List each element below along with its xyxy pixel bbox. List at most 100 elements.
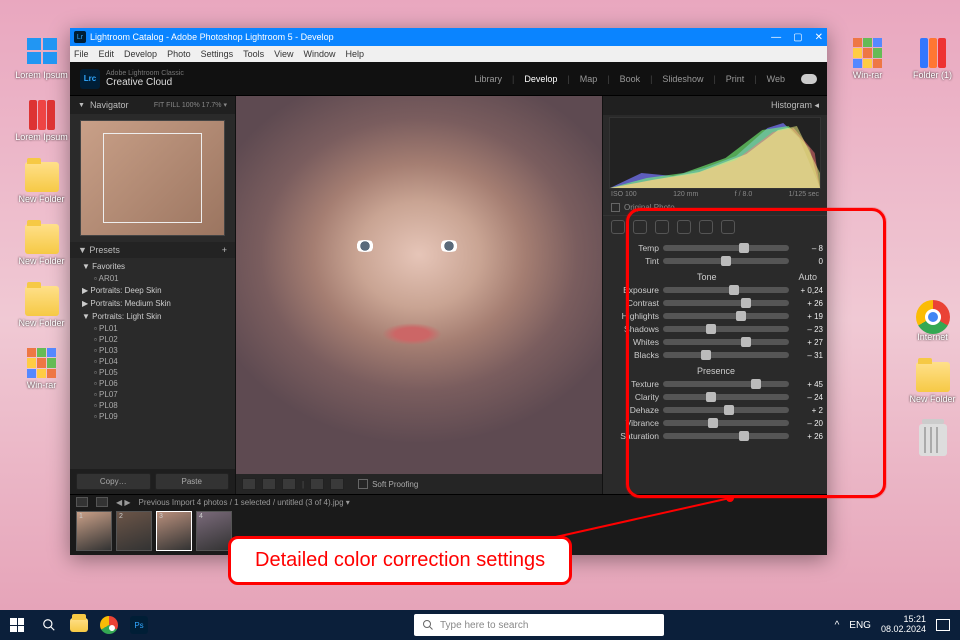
preset-item[interactable]: ▫ PL04 [78,356,235,367]
histogram-meta-item: 1/125 sec [789,191,819,198]
menu-help[interactable]: Help [346,49,365,59]
navigator-zoom[interactable]: FIT FILL 100% 17.7% ▾ [154,101,227,109]
desktop-icon-folder[interactable]: New Folder [14,162,69,204]
loupe-view-button[interactable] [242,478,256,490]
taskbar-photoshop-icon[interactable]: Ps [124,610,154,640]
secondary-display-button[interactable] [76,497,88,507]
histogram[interactable] [609,117,821,189]
callout-label: Detailed color correction settings [228,536,572,585]
desktop-icon-label: New Folder [905,394,960,404]
module-slideshow[interactable]: Slideshow [662,74,703,84]
desktop-icon-flag[interactable]: Lorem Ipsum [14,38,69,80]
cloud-sync-icon[interactable] [801,74,817,84]
module-book[interactable]: Book [620,74,641,84]
grid-button[interactable] [96,497,108,507]
filmstrip-thumb[interactable]: 3 [156,511,192,551]
menu-file[interactable]: File [74,49,89,59]
tray-language[interactable]: ENG [849,620,871,631]
preset-group[interactable]: ▶ Portraits: Medium Skin [78,297,235,310]
histogram-header[interactable]: Histogram ◂ [603,96,827,115]
module-develop[interactable]: Develop [524,74,557,84]
desktop-icon-folder[interactable]: New Folder [14,224,69,266]
taskbar-search-box[interactable]: Type here to search [414,614,664,636]
close-button[interactable]: ✕ [815,32,823,43]
left-panel: ▼ Navigator FIT FILL 100% 17.7% ▾ ▼ Pres… [70,96,236,494]
desktop-icon-label: New Folder [14,256,69,266]
soft-proofing-checkbox[interactable] [358,479,368,489]
menu-develop[interactable]: Develop [124,49,157,59]
menu-settings[interactable]: Settings [201,49,234,59]
menu-window[interactable]: Window [304,49,336,59]
brand-line2: Creative Cloud [106,77,184,88]
maximize-button[interactable]: ▢ [793,32,802,43]
original-photo-checkbox[interactable] [611,203,620,212]
before-after-button[interactable] [262,478,276,490]
navigator-preview[interactable] [80,120,225,236]
preset-group[interactable]: ▶ Portraits: Deep Skin [78,284,235,297]
module-map[interactable]: Map [580,74,598,84]
preset-group[interactable]: ▼ Favorites [78,260,235,273]
main-image[interactable] [236,96,602,474]
titlebar[interactable]: Lr Lightroom Catalog - Adobe Photoshop L… [70,28,827,46]
preset-item[interactable]: ▫ PL07 [78,389,235,400]
minimize-button[interactable]: — [771,32,781,43]
menu-photo[interactable]: Photo [167,49,191,59]
compare-button[interactable] [282,478,296,490]
navigator-title: Navigator [90,100,129,110]
tray-overflow-icon[interactable]: ^ [835,620,840,631]
yy-button[interactable] [310,478,324,490]
presets-header[interactable]: ▼ Presets + [70,242,235,258]
crop-tool-icon[interactable] [611,220,625,234]
soft-proofing-label: Soft Proofing [372,480,418,489]
copy-button[interactable]: Copy… [76,473,151,490]
swap-button[interactable] [330,478,344,490]
menu-view[interactable]: View [274,49,293,59]
module-header: Lrc Adobe Lightroom Classic Creative Clo… [70,62,827,96]
menu-tools[interactable]: Tools [243,49,264,59]
filmstrip-nav[interactable]: ◀ ▶ [116,498,131,507]
desktop-icon-chrome[interactable]: Internet [905,300,960,342]
tray-notifications-icon[interactable] [936,619,950,631]
desktop-icon-winrar[interactable]: Win-rar [14,348,69,390]
paste-button[interactable]: Paste [155,473,230,490]
filmstrip-thumb[interactable]: 4 [196,511,232,551]
desktop-icon-folder[interactable]: New Folder [905,362,960,404]
desktop-icon-binder-red[interactable]: Lorem Ipsum [14,100,69,142]
preset-item[interactable]: ▫ AR01 [78,273,235,284]
navigator-header[interactable]: ▼ Navigator FIT FILL 100% 17.7% ▾ [70,96,235,114]
preset-item[interactable]: ▫ PL06 [78,378,235,389]
add-preset-button[interactable]: + [222,245,227,255]
start-button[interactable] [0,610,34,640]
preset-list: ▼ Favorites▫ AR01▶ Portraits: Deep Skin▶… [70,258,235,469]
taskbar-explorer-icon[interactable] [64,610,94,640]
preset-item[interactable]: ▫ PL05 [78,367,235,378]
desktop-icon-label: Win-rar [14,380,69,390]
desktop-icon-label: Lorem Ipsum [14,132,69,142]
desktop-icon-folder[interactable]: New Folder [14,286,69,328]
preset-item[interactable]: ▫ PL02 [78,334,235,345]
preset-item[interactable]: ▫ PL03 [78,345,235,356]
brand-icon: Lrc [80,69,100,89]
tray-clock[interactable]: 15:21 08.02.2024 [881,615,926,635]
desktop-icon-label: Lorem Ipsum [14,70,69,80]
taskbar: Ps Type here to search ^ ENG 15:21 08.02… [0,610,960,640]
taskbar-search-icon[interactable] [34,610,64,640]
filmstrip-thumb[interactable]: 1 [76,511,112,551]
preset-item[interactable]: ▫ PL09 [78,411,235,422]
module-web[interactable]: Web [767,74,785,84]
preset-item[interactable]: ▫ PL01 [78,323,235,334]
desktop-icon-binder-mix[interactable]: Folder (1) [905,38,960,80]
preset-item[interactable]: ▫ PL08 [78,400,235,411]
brand-line1: Adobe Lightroom Classic [106,70,184,77]
taskbar-chrome-icon[interactable] [94,610,124,640]
menu-edit[interactable]: Edit [99,49,115,59]
filmstrip-info[interactable]: Previous Import 4 photos / 1 selected / … [139,498,350,507]
module-library[interactable]: Library [474,74,502,84]
desktop-icon-trash[interactable] [905,424,960,456]
desktop-icon-winrar[interactable]: Win-rar [840,38,895,80]
filmstrip-thumb[interactable]: 2 [116,511,152,551]
preset-group[interactable]: ▼ Portraits: Light Skin [78,310,235,323]
module-print[interactable]: Print [726,74,745,84]
develop-toolbar: | Soft Proofing [236,474,602,494]
desktop-icon-label: New Folder [14,194,69,204]
